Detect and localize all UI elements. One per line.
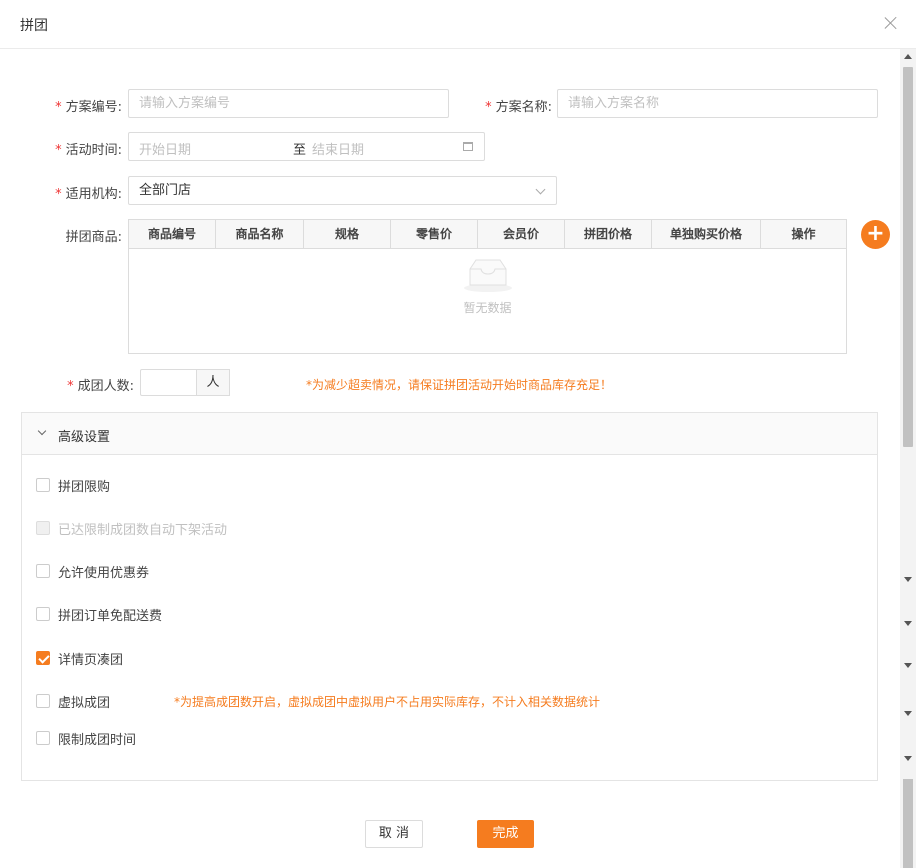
option-virtual-group[interactable]: 虚拟成团 xyxy=(36,693,111,711)
group-buy-dialog: 拼团 *方案编号: *方案名称: *活动时间: 开始日期 至 结束日期 *适用机… xyxy=(0,0,916,868)
option-limit-time[interactable]: 限制成团时间 xyxy=(36,730,137,748)
column-header: 商品编号 xyxy=(129,220,216,248)
scheme-no-label: * 方案编号: xyxy=(55,100,122,115)
option-label: 拼团限购 xyxy=(58,479,111,495)
date-range-picker[interactable]: 开始日期 至 结束日期 xyxy=(128,132,485,161)
scroll-up-arrow-icon[interactable] xyxy=(904,54,912,59)
group-size-label: * 成团人数: xyxy=(67,379,134,394)
group-size-input[interactable] xyxy=(140,369,197,396)
scroll-down-arrow-icon[interactable] xyxy=(904,756,912,761)
complete-button[interactable]: 完成 xyxy=(477,820,534,848)
scroll-down-arrow-icon[interactable] xyxy=(904,663,912,668)
advanced-settings-header[interactable]: 高级设置 xyxy=(22,413,877,455)
add-goods-button[interactable]: + xyxy=(861,220,890,249)
scroll-down-arrow-icon[interactable] xyxy=(904,711,912,716)
option-free-delivery[interactable]: 拼团订单免配送费 xyxy=(36,606,163,624)
option-auto-offshelf: 已达限制成团数自动下架活动 xyxy=(36,520,228,538)
goods-label: 拼团商品: xyxy=(65,230,122,245)
option-group-limit[interactable]: 拼团限购 xyxy=(36,477,111,495)
activity-time-label: * 活动时间: xyxy=(55,143,122,158)
checkbox[interactable] xyxy=(36,564,50,578)
date-separator: 至 xyxy=(293,143,307,158)
column-header: 商品名称 xyxy=(216,220,304,248)
column-header: 零售价 xyxy=(391,220,478,248)
checkbox-checked[interactable] xyxy=(36,651,50,665)
goods-table: 商品编号 商品名称 规格 零售价 会员价 拼团价格 单独购买价格 操作 暂无数据 xyxy=(128,219,847,354)
dialog-title: 拼团 xyxy=(20,18,48,34)
goods-table-header: 商品编号 商品名称 规格 零售价 会员价 拼团价格 单独购买价格 操作 xyxy=(129,220,846,249)
empty-box-icon xyxy=(464,259,512,292)
group-size-unit: 人 xyxy=(196,369,230,396)
option-label: 限制成团时间 xyxy=(58,732,137,748)
column-header: 单独购买价格 xyxy=(652,220,761,248)
scroll-down-arrow-icon[interactable] xyxy=(904,621,912,626)
option-detail-join[interactable]: 详情页凑团 xyxy=(36,650,124,668)
advanced-settings-panel: 高级设置 拼团限购 已达限制成团数自动下架活动 允许使用优惠券 拼团订单免配送费… xyxy=(21,412,878,781)
checkbox[interactable] xyxy=(36,731,50,745)
scheme-name-input[interactable] xyxy=(557,89,878,118)
scheme-name-label: * 方案名称: xyxy=(485,100,552,115)
checkbox xyxy=(36,521,50,535)
org-selected-value: 全部门店 xyxy=(139,183,192,198)
column-header: 拼团价格 xyxy=(565,220,652,248)
checkbox[interactable] xyxy=(36,694,50,708)
empty-text: 暂无数据 xyxy=(463,301,512,315)
chevron-down-icon xyxy=(535,184,546,195)
column-header: 规格 xyxy=(304,220,391,248)
column-header: 操作 xyxy=(791,227,816,241)
stock-tip: *为减少超卖情况，请保证拼团活动开始时商品库存充足！ xyxy=(306,378,613,392)
column-header: 会员价 xyxy=(478,220,565,248)
scrollbar[interactable] xyxy=(900,49,916,868)
virtual-group-tip: *为提高成团数开启，虚拟成团中虚拟用户不占用实际库存，不计入相关数据统计 xyxy=(174,695,601,709)
org-label: * 适用机构: xyxy=(55,187,122,202)
option-label: 虚拟成团 xyxy=(58,695,111,711)
calendar-icon xyxy=(463,142,473,151)
scheme-no-input[interactable] xyxy=(128,89,449,118)
close-icon[interactable] xyxy=(884,16,898,30)
checkbox[interactable] xyxy=(36,607,50,621)
start-date-input[interactable]: 开始日期 xyxy=(139,139,191,158)
option-label: 已达限制成团数自动下架活动 xyxy=(58,522,228,538)
scrollbar-thumb[interactable] xyxy=(903,67,913,447)
checkbox[interactable] xyxy=(36,478,50,492)
chevron-down-icon xyxy=(37,426,47,436)
cancel-button[interactable]: 取 消 xyxy=(365,820,423,848)
advanced-settings-title: 高级设置 xyxy=(58,430,111,445)
option-allow-coupon[interactable]: 允许使用优惠券 xyxy=(36,563,150,581)
option-label: 允许使用优惠券 xyxy=(58,565,150,581)
dialog-header: 拼团 xyxy=(0,0,916,49)
scroll-down-arrow-icon[interactable] xyxy=(904,577,912,582)
org-select[interactable]: 全部门店 xyxy=(128,176,557,205)
end-date-input[interactable]: 结束日期 xyxy=(312,139,364,158)
option-label: 拼团订单免配送费 xyxy=(58,608,163,624)
option-label: 详情页凑团 xyxy=(58,652,124,668)
scrollbar-thumb[interactable] xyxy=(903,779,913,868)
